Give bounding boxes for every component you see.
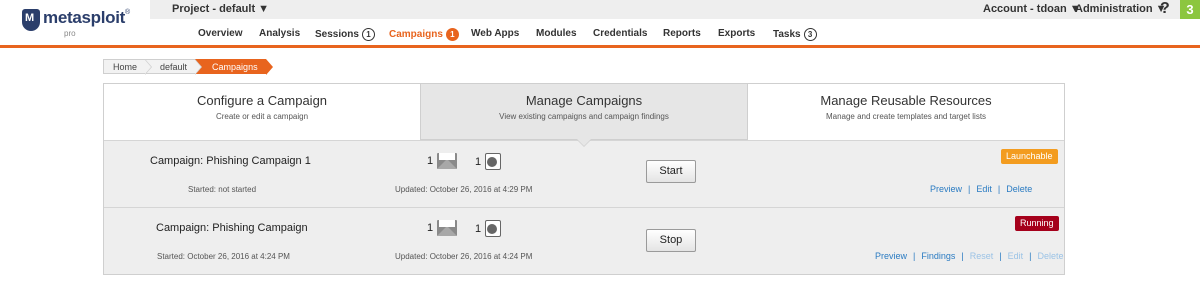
main-nav: Overview Analysis Sessions 1 Campaigns 1… <box>0 24 1200 44</box>
preview-link[interactable]: Preview <box>930 184 962 194</box>
nav-overview[interactable]: Overview <box>198 28 242 39</box>
reset-link: Reset <box>969 251 994 261</box>
nav-tasks[interactable]: Tasks 3 <box>773 28 817 41</box>
nav-modules-label: Modules <box>536 28 577 39</box>
email-icon <box>437 220 458 236</box>
separator: | <box>997 184 1001 194</box>
separator: | <box>961 251 964 261</box>
stop-button[interactable]: Stop <box>646 229 696 252</box>
campaign-tabs: Configure a Campaign Create or edit a ca… <box>104 84 1064 140</box>
campaign-actions: Preview | Edit | Delete <box>930 184 1032 194</box>
tab-resources-title: Manage Reusable Resources <box>820 93 992 108</box>
tab-configure-subtitle: Create or edit a campaign <box>215 112 309 121</box>
tab-manage-campaigns[interactable]: Manage Campaigns View existing campaigns… <box>420 84 748 140</box>
tab-configure-campaign[interactable]: Configure a Campaign Create or edit a ca… <box>104 84 420 140</box>
help-icon[interactable]: ? <box>1160 0 1170 18</box>
web-page-icon <box>485 220 502 237</box>
tab-manage-resources[interactable]: Manage Reusable Resources Manage and cre… <box>748 84 1064 140</box>
nav-sessions-label: Sessions <box>315 29 359 40</box>
nav-underline <box>0 45 1200 48</box>
web-page-icon <box>485 153 502 170</box>
nav-analysis-label: Analysis <box>259 28 301 39</box>
nav-credentials[interactable]: Credentials <box>593 28 647 39</box>
separator: | <box>968 184 971 194</box>
status-badge: Launchable <box>1001 149 1058 164</box>
nav-reports[interactable]: Reports <box>663 28 701 39</box>
email-icon <box>437 153 458 169</box>
campaign-updated: Updated: October 26, 2016 at 4:24 PM <box>395 252 533 261</box>
separator: | <box>1029 251 1032 261</box>
nav-tasks-label: Tasks <box>773 29 801 40</box>
web-stat: 1 <box>475 153 502 170</box>
findings-link[interactable]: Findings <box>921 251 955 261</box>
nav-analysis[interactable]: Analysis <box>259 28 300 39</box>
logo-trademark: ® <box>125 9 131 16</box>
nav-campaigns-label: Campaigns <box>389 29 443 40</box>
tasks-count-circle: 3 <box>803 28 817 41</box>
nav-web-apps-label: Web Apps <box>471 28 520 39</box>
email-stat: 1 <box>427 153 458 169</box>
tab-configure-title: Configure a Campaign <box>196 93 328 108</box>
campaign-row: Campaign: Phishing Campaign Started: Oct… <box>104 207 1064 274</box>
campaign-started: Started: not started <box>188 185 257 194</box>
tab-resources-subtitle: Manage and create templates and target l… <box>825 112 987 121</box>
tab-pointer <box>577 139 591 146</box>
status-badge: Running <box>1015 216 1059 231</box>
nav-sessions[interactable]: Sessions 1 <box>315 28 375 41</box>
campaigns-count-badge: 1 <box>445 28 459 41</box>
nav-overview-label: Overview <box>198 28 243 39</box>
sessions-count-badge: 1 <box>361 28 375 41</box>
tab-manage-subtitle: View existing campaigns and campaign fin… <box>499 112 669 121</box>
campaign-name: Campaign: Phishing Campaign <box>156 222 308 234</box>
project-selector[interactable]: Project - default ▼ <box>172 3 269 15</box>
delete-link: Delete <box>1037 251 1064 261</box>
nav-credentials-label: Credentials <box>593 28 648 39</box>
campaign-actions: Preview | Findings | Reset | Edit | Delete <box>875 251 1063 261</box>
campaign-row: Campaign: Phishing Campaign 1 Started: n… <box>104 140 1064 207</box>
tab-manage-title: Manage Campaigns <box>525 93 643 108</box>
nav-modules[interactable]: Modules <box>536 28 577 39</box>
edit-link[interactable]: Edit <box>976 184 992 194</box>
separator: | <box>913 251 916 261</box>
breadcrumb: Home default Campaigns <box>103 59 273 75</box>
breadcrumb-home[interactable]: Home <box>103 59 153 75</box>
tasks-count-badge[interactable]: 3 <box>1180 0 1200 19</box>
edit-link: Edit <box>1007 251 1024 261</box>
breadcrumb-current: Campaigns <box>195 59 273 75</box>
campaign-name: Campaign: Phishing Campaign 1 <box>150 155 311 167</box>
email-stat: 1 <box>427 220 458 236</box>
preview-link[interactable]: Preview <box>875 251 907 261</box>
campaign-updated: Updated: October 26, 2016 at 4:29 PM <box>395 185 533 194</box>
account-menu[interactable]: Account - tdoan ▼ <box>983 3 1081 15</box>
administration-menu[interactable]: Administration ▼ <box>1075 3 1167 15</box>
email-count: 1 <box>427 155 434 167</box>
nav-reports-label: Reports <box>663 28 701 39</box>
web-stat: 1 <box>475 220 502 237</box>
campaign-started: Started: October 26, 2016 at 4:24 PM <box>157 252 290 261</box>
web-count: 1 <box>475 222 482 235</box>
start-button[interactable]: Start <box>646 160 696 183</box>
web-count: 1 <box>475 155 482 168</box>
nav-exports[interactable]: Exports <box>718 28 755 39</box>
separator: | <box>999 251 1002 261</box>
nav-exports-label: Exports <box>718 28 756 39</box>
email-count: 1 <box>427 222 434 234</box>
nav-campaigns[interactable]: Campaigns 1 <box>389 28 459 41</box>
breadcrumb-project[interactable]: default <box>145 59 203 75</box>
campaigns-panel: Configure a Campaign Create or edit a ca… <box>103 83 1065 275</box>
delete-link[interactable]: Delete <box>1006 184 1032 194</box>
nav-web-apps[interactable]: Web Apps <box>471 28 519 39</box>
top-bar: metasploit ® pro Project - default ▼ Acc… <box>0 0 1200 46</box>
